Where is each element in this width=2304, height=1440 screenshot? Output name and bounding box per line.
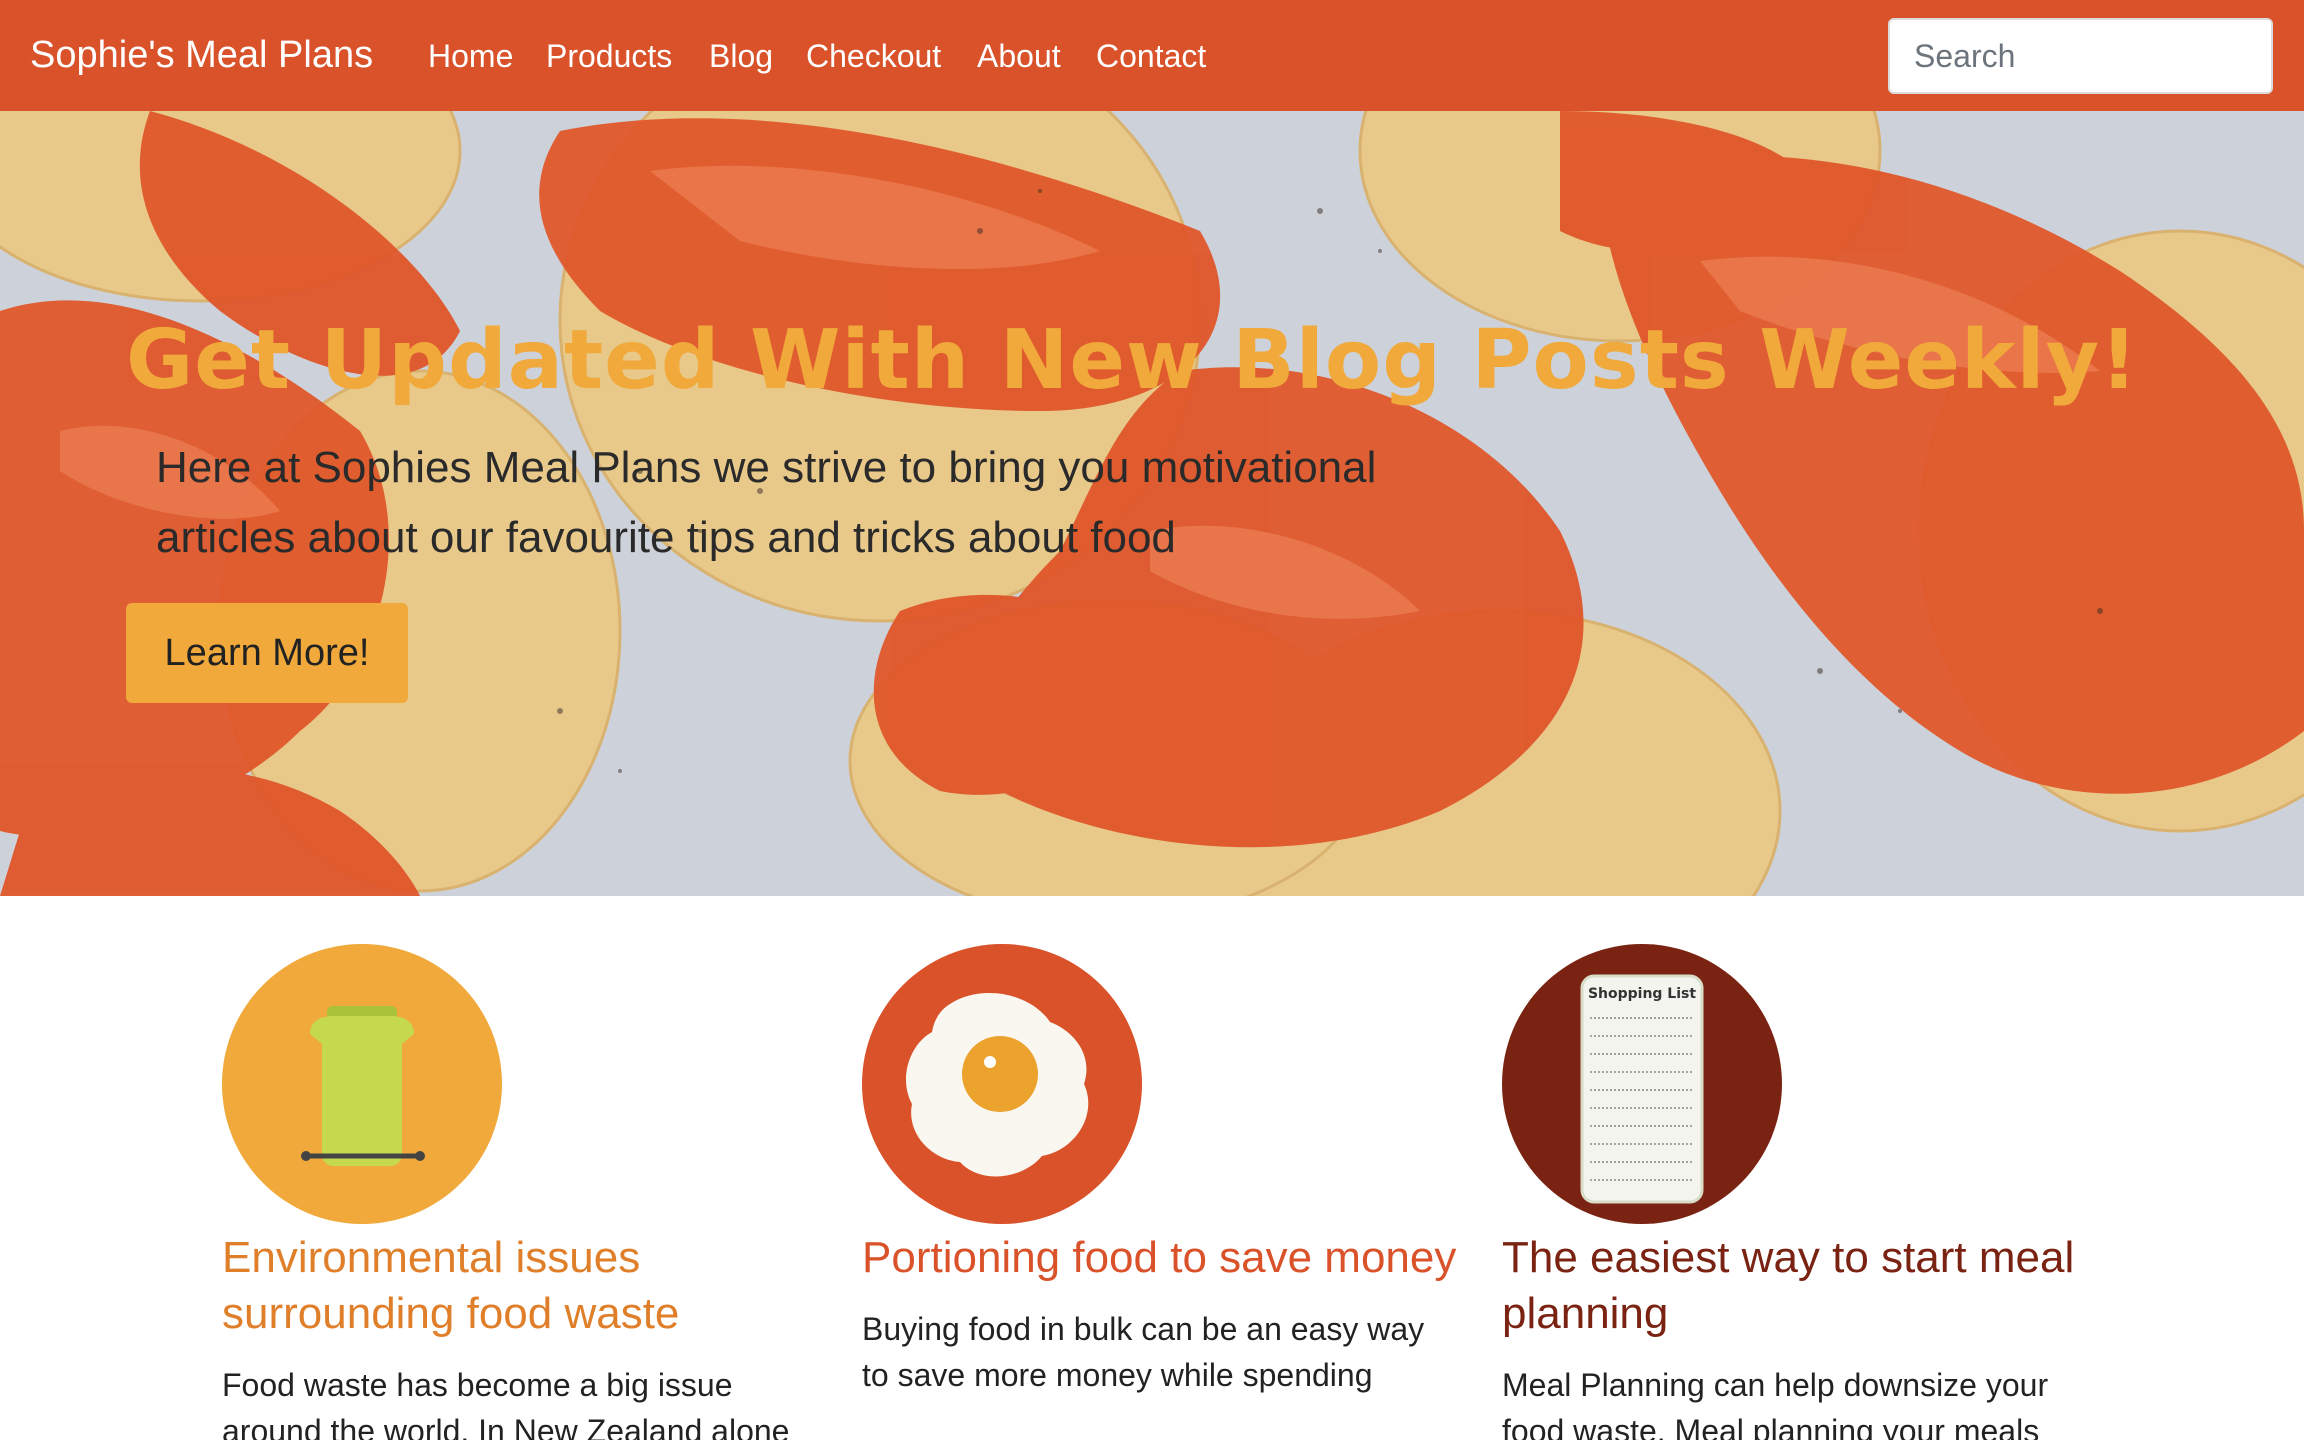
hero-banner: Get Updated With New Blog Posts Weekly! … xyxy=(0,111,2304,896)
learn-more-button[interactable]: Learn More! xyxy=(126,603,408,703)
top-navbar: Sophie's Meal Plans Home Products Blog C… xyxy=(0,0,2304,111)
nav-item-blog[interactable]: Blog xyxy=(709,34,773,78)
feature-food-waste: Environmental issues surrounding food wa… xyxy=(222,944,822,1440)
feature-text: Food waste has become a big issue around… xyxy=(222,1367,790,1440)
feature-title[interactable]: Portioning food to save money xyxy=(862,1230,1462,1286)
egg-icon xyxy=(862,944,1142,1224)
nav-item-home[interactable]: Home xyxy=(428,34,513,78)
hero-description: Here at Sophies Meal Plans we strive to … xyxy=(156,443,1377,562)
brand-link[interactable]: Sophie's Meal Plans xyxy=(30,30,373,80)
shopping-list-label: Shopping List xyxy=(1587,986,1697,1002)
feature-meal-planning: Shopping List The easiest way to start m… xyxy=(1502,944,2102,1440)
shopping-list-icon: Shopping List xyxy=(1502,944,1782,1224)
hero-title: Get Updated With New Blog Posts Weekly! xyxy=(126,313,2139,408)
feature-text: Meal Planning can help downsize your foo… xyxy=(1502,1367,2049,1440)
feature-portioning: Portioning food to save money Buying foo… xyxy=(862,944,1462,1398)
feature-text: Buying food in bulk can be an easy way t… xyxy=(862,1311,1425,1393)
feature-title[interactable]: The easiest way to start meal planning xyxy=(1502,1230,2102,1342)
nav-item-checkout[interactable]: Checkout xyxy=(806,34,941,78)
nav-item-contact[interactable]: Contact xyxy=(1096,34,1206,78)
search-input[interactable] xyxy=(1888,18,2273,94)
nav-item-about[interactable]: About xyxy=(977,34,1061,78)
nav-item-products[interactable]: Products xyxy=(546,34,672,78)
feature-title[interactable]: Environmental issues surrounding food wa… xyxy=(222,1230,822,1342)
jar-icon xyxy=(222,944,502,1224)
